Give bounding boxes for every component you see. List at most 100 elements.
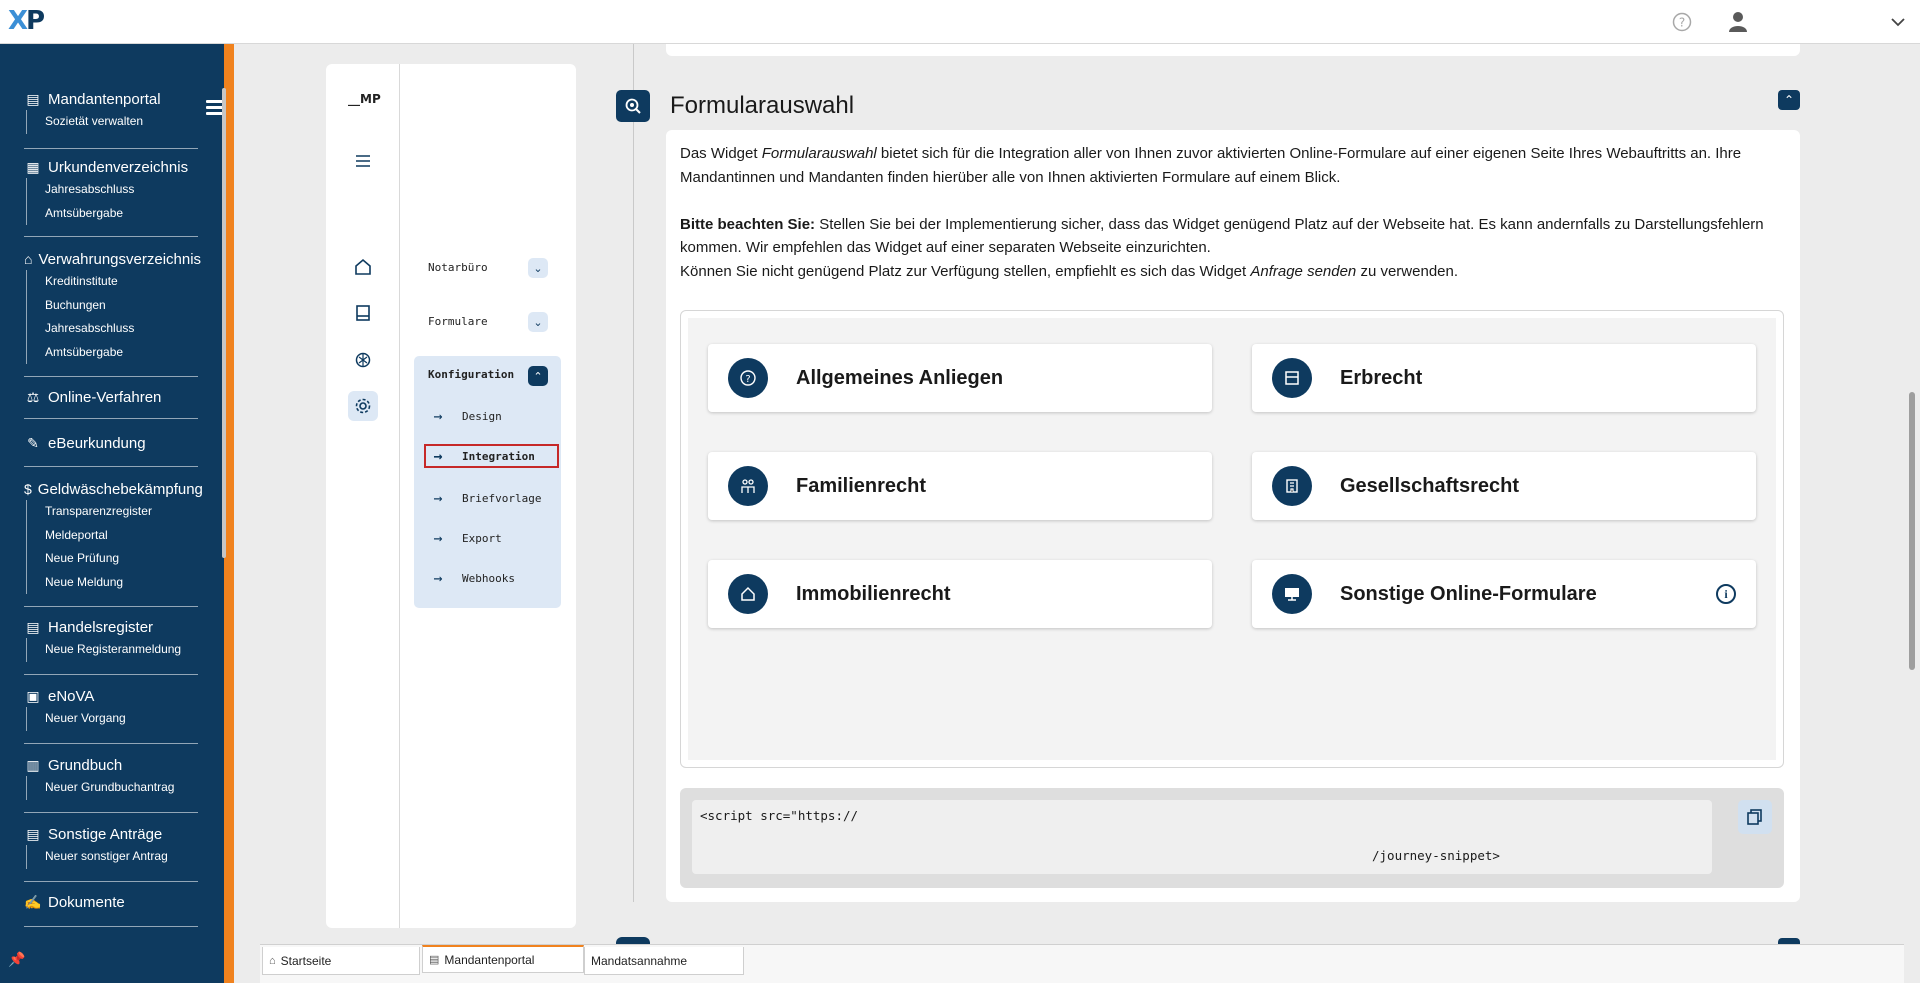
sidebar-item-geldwaeschebekaempfung[interactable]: $ Geldwäschebekämpfung (24, 478, 203, 500)
config-item-webhooks[interactable]: → Webhooks (428, 566, 563, 590)
document-sign-icon: ✎ (27, 434, 39, 451)
tab-startseite[interactable]: ⌂ Startseite (262, 947, 420, 975)
sidebar-item-sonstige-antraege[interactable]: ▤ Sonstige Anträge (24, 823, 198, 845)
tab-mandantenportal[interactable]: ▤ Mandantenportal (422, 945, 584, 973)
sidebar-subitem[interactable]: Amtsübergabe (26, 201, 198, 225)
sidebar-item-grundbuch[interactable]: ▥ Grundbuch (24, 754, 198, 776)
phone-preview: __MP Notarbüro ⌄ Formulare ⌄ Konfigurati… (326, 64, 576, 928)
sidebar-subitem[interactable]: Neuer Vorgang (26, 707, 198, 731)
home-icon: ⌂ (269, 954, 276, 967)
copy-icon[interactable] (1738, 800, 1772, 834)
sidebar-subitem[interactable]: Neuer sonstiger Antrag (26, 845, 198, 869)
sidebar-scrollbar[interactable] (222, 88, 226, 558)
sidebar-item-verwahrungsverzeichnis[interactable]: ⌂ Verwahrungsverzeichnis (24, 248, 201, 270)
sidebar-group-urkundenverzeichnis: ▦ Urkundenverzeichnis Jahresabschluss Amt… (24, 156, 198, 225)
chevron-down-icon[interactable]: ⌄ (528, 258, 548, 278)
phone-nav-formulare[interactable]: Formulare (428, 315, 488, 328)
tile-immobilienrecht[interactable]: Immobilienrecht (708, 560, 1212, 628)
phone-logo: __MP (348, 92, 381, 106)
sidebar-subitem[interactable]: Jahresabschluss (26, 178, 198, 202)
main-scrollbar[interactable] (1904, 44, 1920, 944)
info-icon[interactable]: i (1716, 584, 1736, 604)
config-item-export[interactable]: → Export (428, 526, 563, 550)
arrow-right-icon: → (433, 489, 443, 507)
sidebar-divider (24, 376, 198, 377)
chevron-down-icon[interactable] (1886, 10, 1910, 34)
tab-mandatsannahme[interactable]: Mandatsannahme (584, 947, 744, 975)
sidebar-divider (24, 148, 198, 149)
collapse-button[interactable]: ⌃ (1778, 90, 1800, 110)
arrow-right-icon: → (433, 447, 443, 465)
enova-icon: ▣ (26, 687, 40, 704)
phone-nav-notarbuero[interactable]: Notarbüro (428, 261, 488, 274)
tile-label: Immobilienrecht (796, 582, 951, 605)
tile-allgemeines-anliegen[interactable]: ? Allgemeines Anliegen (708, 344, 1212, 412)
tile-gesellschaftsrecht[interactable]: Gesellschaftsrecht (1252, 452, 1756, 520)
pin-icon[interactable]: 📌 (8, 952, 25, 968)
chevron-up-icon[interactable]: ⌃ (528, 366, 548, 386)
sidebar-subitem[interactable]: Amtsübergabe (26, 340, 198, 364)
app-logo[interactable]: XP (8, 6, 45, 36)
sidebar-item-dokumente[interactable]: ✍ Dokumente (24, 891, 198, 913)
sidebar-subitem[interactable]: Jahresabschluss (26, 317, 198, 341)
help-icon[interactable]: ? (1670, 10, 1694, 34)
tab-bar: ⌂ Startseite ▤ Mandantenportal Mandatsanna… (260, 944, 1904, 983)
sidebar-group-sonstige-antraege: ▤ Sonstige Anträge Neuer sonstiger Antrag (24, 823, 198, 869)
section-description: Das Widget Formularauswahl bietet sich f… (680, 145, 1764, 280)
top-bar: XP ? (0, 0, 1920, 44)
sidebar-subitem[interactable]: Kreditinstitute (26, 270, 198, 294)
user-avatar-icon[interactable] (1726, 10, 1750, 34)
code-line: /journey-snippet> (1372, 848, 1500, 863)
config-item-briefvorlage[interactable]: → Briefvorlage (428, 486, 563, 510)
sidebar-group-verwahrungsverzeichnis: ⌂ Verwahrungsverzeichnis Kreditinstitute … (24, 248, 201, 364)
widget-preview-area: ? Allgemeines Anliegen Erbrecht Familien… (688, 318, 1776, 760)
sidebar-group-mandantenportal: ▤ Mandantenportal Sozietät verwalten (24, 88, 198, 134)
sidebar-item-online-verfahren[interactable]: ⚖ Online-Verfahren (24, 386, 198, 408)
phone-nav-konfiguration[interactable]: Konfiguration (428, 368, 514, 381)
portal-icon: ▤ (26, 90, 40, 107)
home-icon[interactable] (348, 252, 378, 282)
sidebar-divider (24, 606, 198, 607)
sidebar-item-ebeurkundung[interactable]: ✎ eBeurkundung (24, 432, 198, 454)
chevron-down-icon[interactable]: ⌄ (528, 312, 548, 332)
arrow-right-icon: → (433, 529, 443, 547)
svg-text:?: ? (745, 374, 750, 385)
code-snippet[interactable]: <script src="https:// /journey-snippet> (692, 800, 1712, 874)
settings-gear-icon[interactable] (348, 391, 378, 421)
sidebar-item-handelsregister[interactable]: ▤ Handelsregister (24, 616, 198, 638)
sidebar-item-urkundenverzeichnis[interactable]: ▦ Urkundenverzeichnis (24, 156, 198, 178)
search-zoom-icon (616, 90, 650, 122)
sidebar-subitem[interactable]: Neue Meldung (26, 570, 198, 594)
sidebar-group-online-verfahren: ⚖ Online-Verfahren (24, 386, 198, 408)
sidebar-subitem[interactable]: Neue Prüfung (26, 547, 198, 571)
sidebar-subitem[interactable]: Buchungen (26, 293, 198, 317)
sidebar-group-ebeurkundung: ✎ eBeurkundung (24, 432, 198, 454)
online-procedure-icon: ⚖ (26, 388, 40, 405)
building-icon (1272, 466, 1312, 506)
register-icon: ▤ (26, 618, 40, 635)
sidebar-subitem[interactable]: Sozietät verwalten (26, 110, 198, 134)
tile-erbrecht[interactable]: Erbrecht (1252, 344, 1756, 412)
sidebar-subitem[interactable]: Neuer Grundbuchantrag (26, 776, 198, 800)
tile-label: Erbrecht (1340, 366, 1423, 389)
tile-sonstige-online-formulare[interactable]: Sonstige Online-Formulare i (1252, 560, 1756, 628)
phone-nav-rail (326, 64, 400, 928)
sidebar-item-mandantenportal[interactable]: ▤ Mandantenportal (24, 88, 198, 110)
documents-icon: ✍ (24, 893, 42, 910)
sidebar-divider (24, 812, 198, 813)
tile-familienrecht[interactable]: Familienrecht (708, 452, 1212, 520)
form-icon: ▤ (26, 825, 40, 842)
sidebar-divider (24, 418, 198, 419)
sidebar-item-enova[interactable]: ▣ eNoVA (24, 685, 198, 707)
family-icon (728, 466, 768, 506)
sidebar-subitem[interactable]: Meldeportal (26, 523, 198, 547)
monitor-icon (1272, 574, 1312, 614)
scrollbar-thumb[interactable] (1909, 392, 1915, 670)
config-item-design[interactable]: → Design (428, 404, 563, 428)
ai-knot-icon[interactable] (348, 345, 378, 375)
sidebar-subitem[interactable]: Neue Registeranmeldung (26, 638, 198, 662)
config-item-integration[interactable]: → Integration (424, 444, 559, 468)
sidebar-subitem[interactable]: Transparenzregister (26, 500, 198, 524)
hamburger-icon[interactable] (348, 146, 378, 176)
book-icon[interactable] (348, 298, 378, 328)
